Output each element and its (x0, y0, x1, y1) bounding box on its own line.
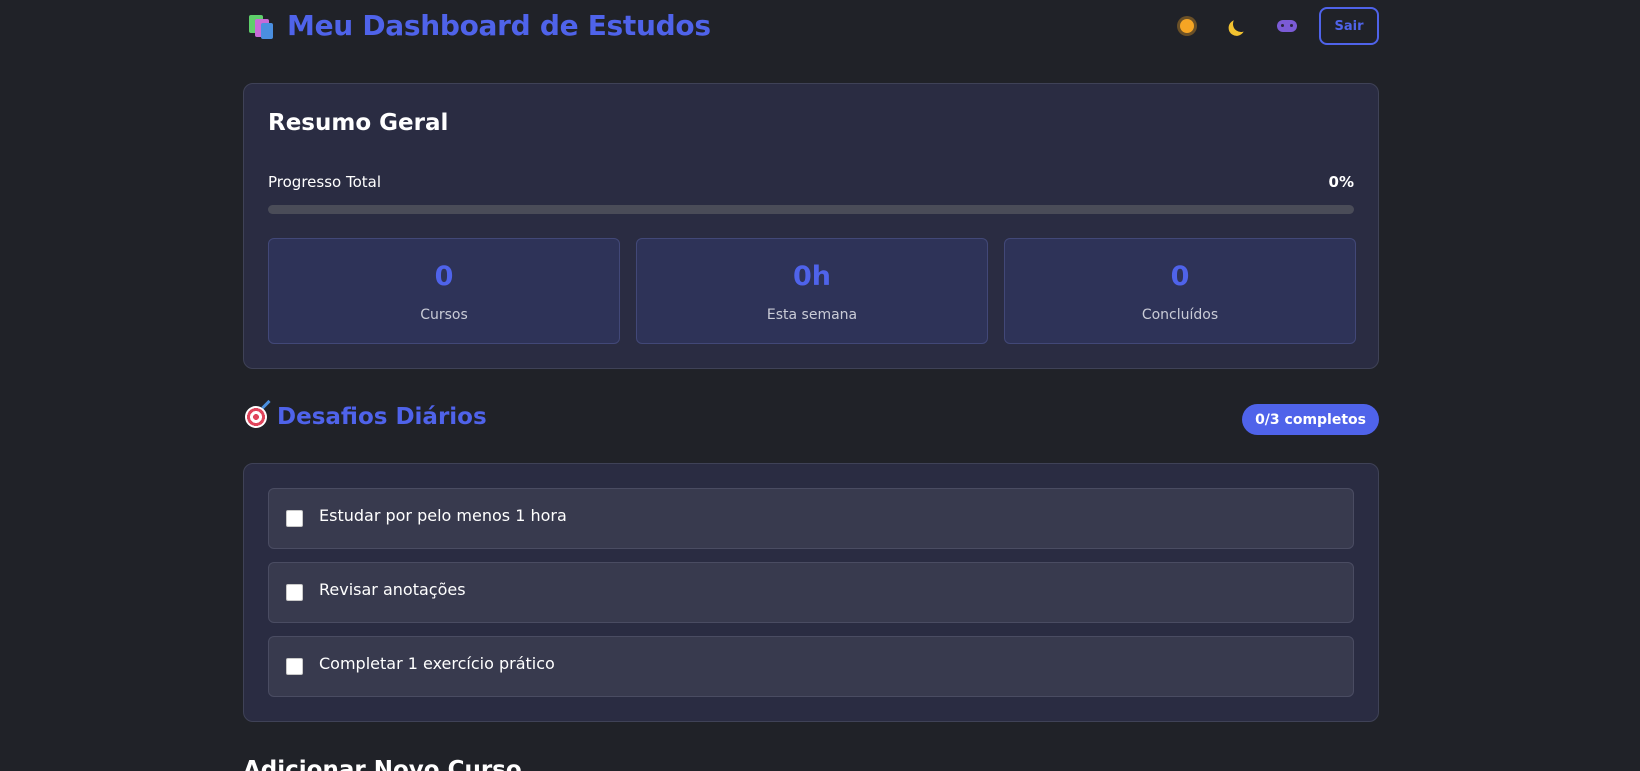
header: Meu Dashboard de Estudos Sair (243, 0, 1379, 58)
game-theme-button[interactable] (1269, 8, 1305, 44)
dashboard-page: Meu Dashboard de Estudos Sair Resumo Ger… (0, 0, 1640, 771)
challenge-checkbox[interactable] (286, 510, 303, 527)
challenge-checkbox[interactable] (286, 584, 303, 601)
stat-card-week-hours: 0h Esta semana (636, 238, 988, 344)
challenges-card: Estudar por pelo menos 1 hora Revisar an… (243, 463, 1379, 722)
challenges-title: Desafios Diários (277, 404, 487, 430)
books-icon (247, 11, 277, 41)
stat-card-courses: 0 Cursos (268, 238, 620, 344)
logout-button[interactable]: Sair (1319, 7, 1379, 45)
challenge-text: Estudar por pelo menos 1 hora (319, 506, 567, 525)
stat-value: 0 (1170, 261, 1190, 292)
light-theme-button[interactable] (1169, 8, 1205, 44)
add-course-heading: Adicionar Novo Curso (243, 757, 522, 771)
dark-theme-button[interactable] (1219, 8, 1255, 44)
progress-bar (268, 205, 1354, 214)
challenge-item[interactable]: Revisar anotações (268, 562, 1354, 623)
stat-value: 0h (792, 261, 831, 292)
stat-card-completed: 0 Concluídos (1004, 238, 1356, 344)
main-container: Meu Dashboard de Estudos Sair Resumo Ger… (243, 0, 1379, 771)
challenges-heading: Desafios Diários (245, 404, 487, 430)
target-icon (245, 406, 267, 428)
app-title: Meu Dashboard de Estudos (247, 9, 711, 42)
challenge-checkbox[interactable] (286, 658, 303, 675)
sun-icon (1180, 19, 1194, 33)
gamepad-icon (1277, 20, 1297, 32)
header-actions: Sair (1169, 7, 1379, 45)
challenge-text: Completar 1 exercício prático (319, 654, 555, 673)
challenge-item[interactable]: Estudar por pelo menos 1 hora (268, 488, 1354, 549)
challenge-item[interactable]: Completar 1 exercício prático (268, 636, 1354, 697)
progress-value: 0% (1328, 173, 1354, 191)
summary-card: Resumo Geral Progresso Total 0% 0 Cursos… (243, 83, 1379, 369)
progress-label: Progresso Total (268, 173, 381, 191)
stat-label: Concluídos (1141, 307, 1219, 323)
challenge-text: Revisar anotações (319, 580, 466, 599)
page-title: Meu Dashboard de Estudos (287, 9, 711, 42)
stat-label: Cursos (420, 307, 468, 323)
moon-icon (1232, 15, 1251, 34)
stat-label: Esta semana (766, 307, 858, 323)
summary-title: Resumo Geral (268, 110, 449, 136)
challenges-completion-badge: 0/3 completos (1242, 404, 1379, 435)
stat-value: 0 (434, 261, 454, 292)
